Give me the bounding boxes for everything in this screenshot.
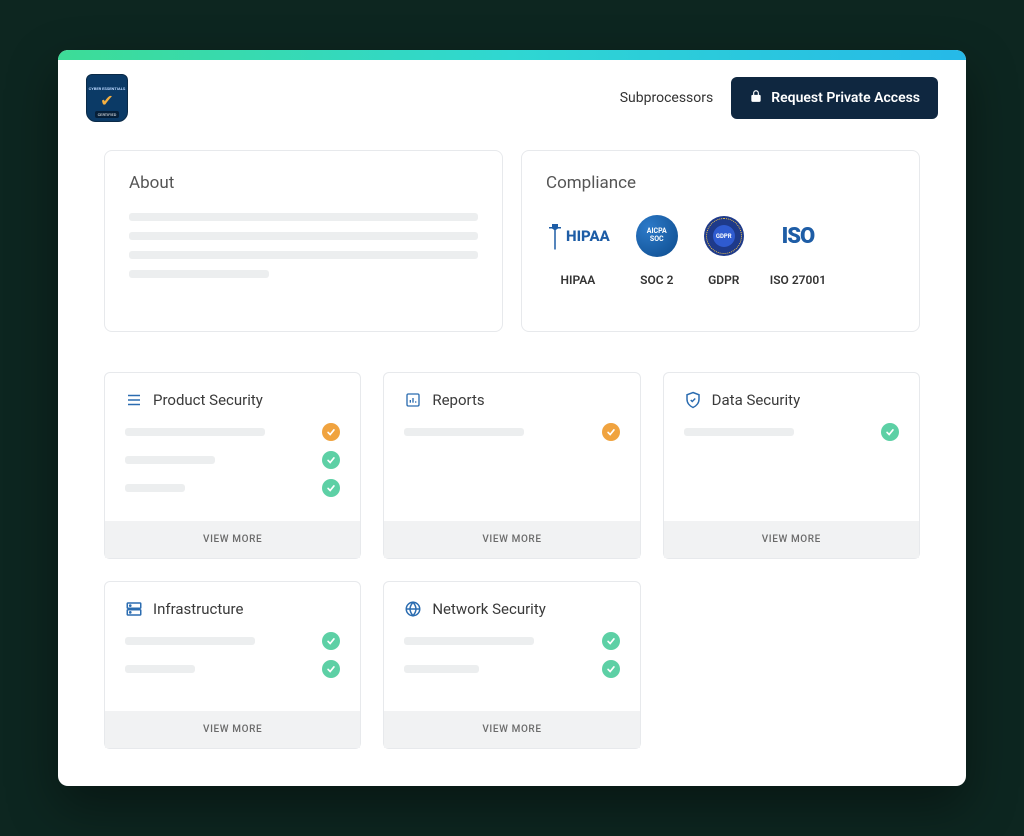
feature-card: Network Security VIEW MORE	[383, 581, 640, 749]
cta-label: Request Private Access	[771, 90, 920, 106]
feature-card: Product Security VIEW MORE	[104, 372, 361, 559]
compliance-label: SOC 2	[640, 273, 673, 287]
status-ok-icon	[322, 632, 340, 650]
logo-bottom-text: CERTIFIED	[95, 111, 120, 118]
content: About Compliance HIPAA	[58, 132, 966, 786]
status-ok-icon	[322, 451, 340, 469]
compliance-soc2[interactable]: AICPASOC SOC 2	[636, 213, 678, 287]
app-window: CYBER ESSENTIALS ✔ CERTIFIED Subprocesso…	[58, 50, 966, 786]
hipaa-icon: HIPAA	[546, 222, 610, 250]
nav-subprocessors[interactable]: Subprocessors	[620, 90, 714, 106]
skeleton-line	[404, 637, 534, 645]
status-ok-icon	[322, 479, 340, 497]
view-more-button[interactable]: VIEW MORE	[664, 521, 919, 558]
skeleton-line	[125, 665, 195, 673]
skeleton-line	[129, 251, 478, 259]
skeleton-line	[125, 637, 255, 645]
feature-card-title: Network Security	[432, 600, 546, 618]
request-private-access-button[interactable]: Request Private Access	[731, 77, 938, 119]
feature-row	[125, 479, 340, 497]
feature-row	[125, 451, 340, 469]
skeleton-line	[125, 428, 265, 436]
status-ok-icon	[602, 660, 620, 678]
feature-card-title: Data Security	[712, 391, 801, 409]
skeleton-line	[129, 232, 478, 240]
shield-icon	[684, 391, 702, 409]
list-icon	[125, 391, 143, 409]
feature-row	[404, 660, 619, 678]
feature-card-body	[664, 423, 919, 521]
status-ok-icon	[322, 660, 340, 678]
feature-card-header: Infrastructure	[105, 582, 360, 632]
compliance-hipaa[interactable]: HIPAA HIPAA	[546, 213, 610, 287]
header: CYBER ESSENTIALS ✔ CERTIFIED Subprocesso…	[58, 60, 966, 132]
feature-card-header: Network Security	[384, 582, 639, 632]
skeleton-line	[129, 270, 269, 278]
feature-card: Infrastructure VIEW MORE	[104, 581, 361, 749]
compliance-gdpr[interactable]: GDPR GDPR	[704, 213, 744, 287]
feature-card-body	[384, 632, 639, 711]
iso-icon: ISO	[782, 224, 815, 249]
compliance-title: Compliance	[546, 173, 895, 193]
status-ok-icon	[602, 632, 620, 650]
lock-icon	[749, 89, 763, 107]
chart-icon	[404, 391, 422, 409]
feature-card-title: Reports	[432, 391, 484, 409]
network-icon	[404, 600, 422, 618]
feature-row	[404, 632, 619, 650]
status-warn-icon	[602, 423, 620, 441]
gdpr-icon: GDPR	[704, 216, 744, 256]
logo-badge: CYBER ESSENTIALS ✔ CERTIFIED	[86, 74, 128, 122]
compliance-label: HIPAA	[561, 273, 596, 287]
server-icon	[125, 600, 143, 618]
about-card: About	[104, 150, 503, 332]
status-warn-icon	[322, 423, 340, 441]
feature-row	[684, 423, 899, 441]
view-more-button[interactable]: VIEW MORE	[384, 521, 639, 558]
compliance-row: HIPAA HIPAA AICPASOC SOC 2	[546, 213, 895, 287]
feature-card: Reports VIEW MORE	[383, 372, 640, 559]
feature-card-body	[105, 632, 360, 711]
skeleton-line	[404, 428, 524, 436]
skeleton-line	[129, 213, 478, 221]
view-more-button[interactable]: VIEW MORE	[384, 711, 639, 748]
view-more-button[interactable]: VIEW MORE	[105, 711, 360, 748]
skeleton-line	[125, 484, 185, 492]
compliance-card: Compliance HIPAA HIPAA AICPASO	[521, 150, 920, 332]
skeleton-line	[404, 665, 479, 673]
accent-bar	[58, 50, 966, 60]
feature-row	[125, 423, 340, 441]
feature-card-body	[105, 423, 360, 521]
compliance-iso[interactable]: ISO ISO 27001	[770, 213, 826, 287]
feature-card-header: Product Security	[105, 373, 360, 423]
about-title: About	[129, 173, 478, 193]
check-icon: ✔	[100, 93, 113, 109]
feature-row	[125, 660, 340, 678]
feature-card: Data Security VIEW MORE	[663, 372, 920, 559]
feature-card-header: Data Security	[664, 373, 919, 423]
feature-row	[125, 632, 340, 650]
feature-card-title: Infrastructure	[153, 600, 243, 618]
feature-card-header: Reports	[384, 373, 639, 423]
feature-card-title: Product Security	[153, 391, 263, 409]
feature-row	[404, 423, 619, 441]
soc2-icon: AICPASOC	[636, 215, 678, 257]
feature-card-body	[384, 423, 639, 521]
status-ok-icon	[881, 423, 899, 441]
skeleton-line	[125, 456, 215, 464]
feature-grid: Product Security VIEW MORE Reports VIEW MOR…	[104, 372, 920, 749]
skeleton-line	[684, 428, 794, 436]
compliance-label: ISO 27001	[770, 273, 826, 287]
view-more-button[interactable]: VIEW MORE	[105, 521, 360, 558]
compliance-label: GDPR	[708, 273, 739, 287]
